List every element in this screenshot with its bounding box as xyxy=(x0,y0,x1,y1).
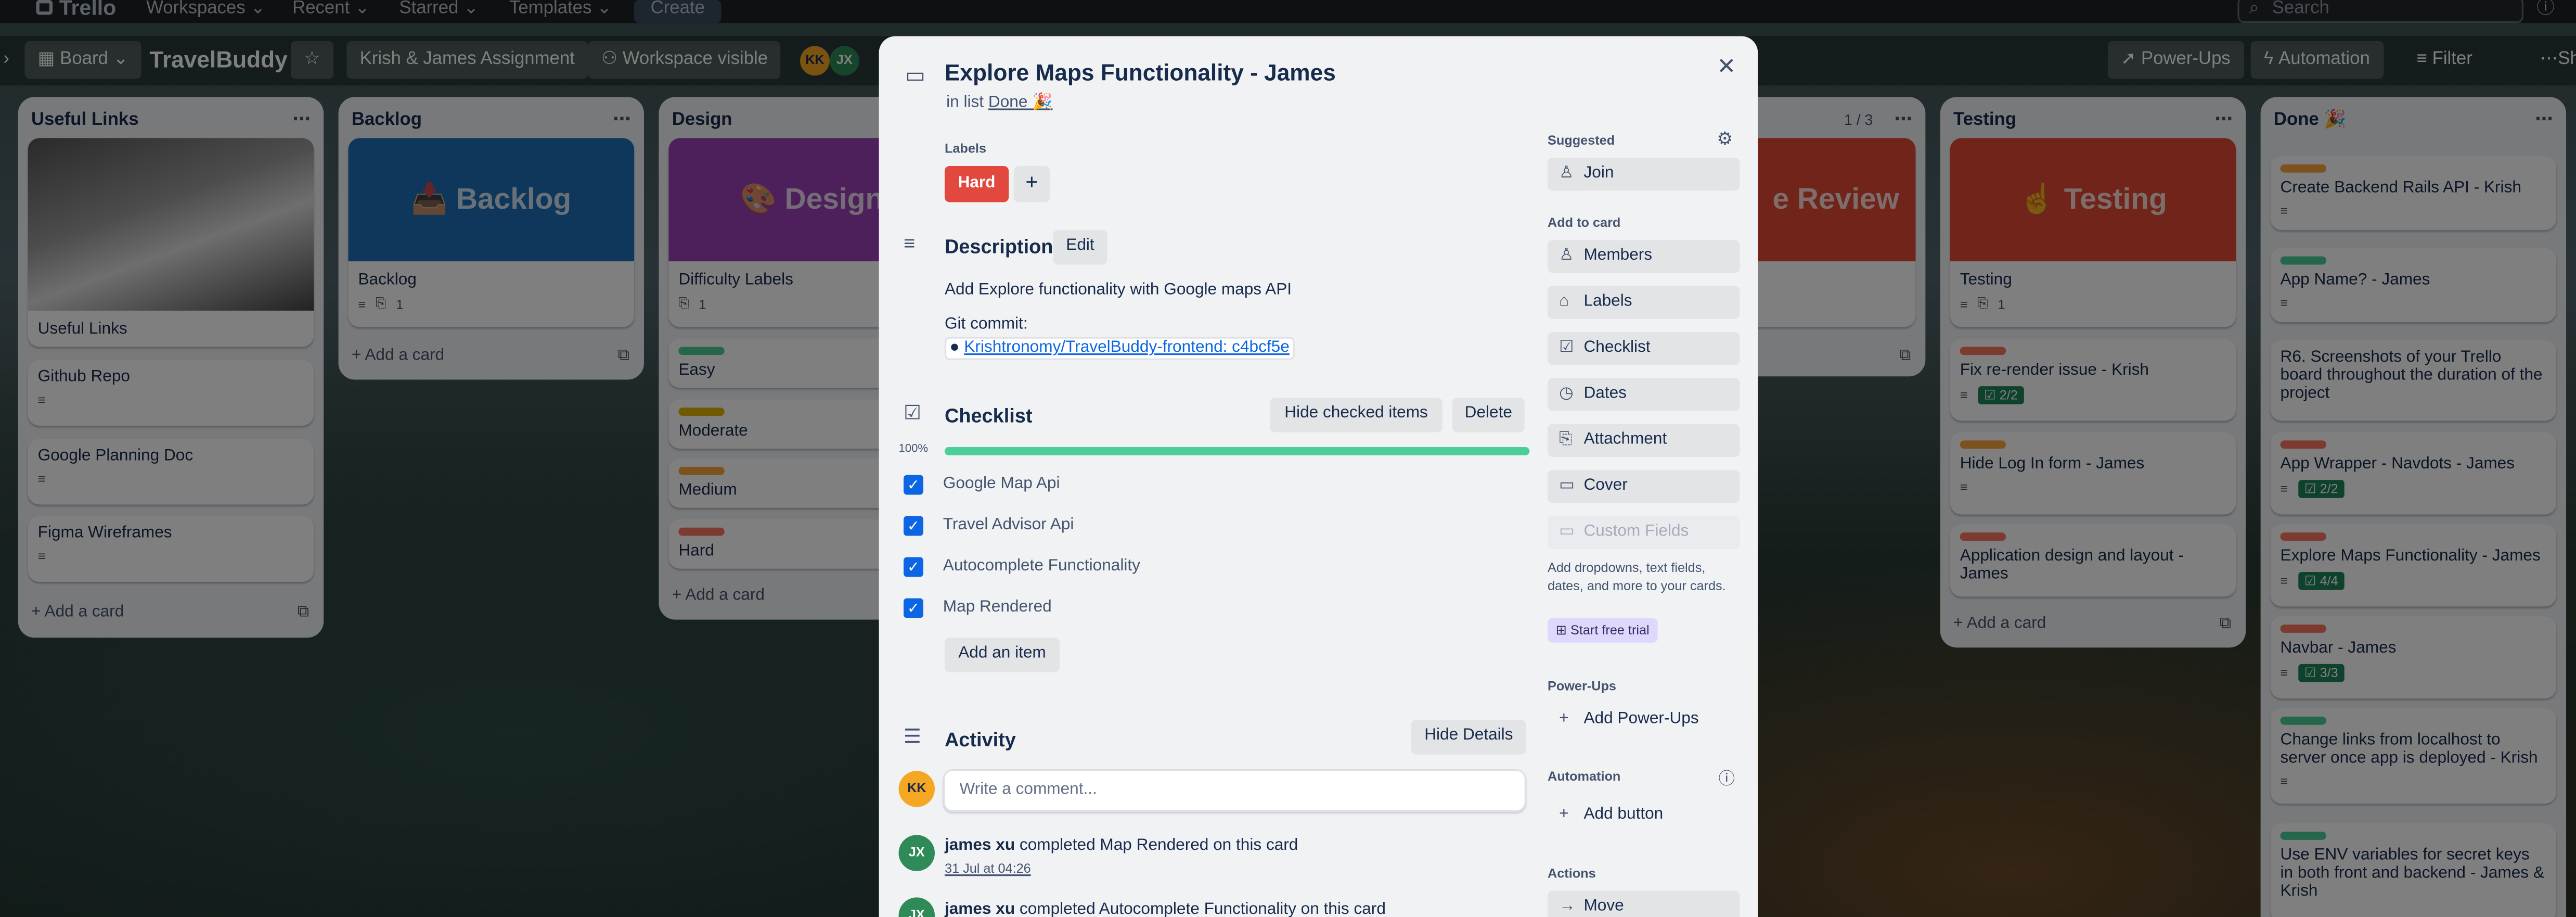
activity-entry: james xu completed Map Rendered on this … xyxy=(945,837,1298,855)
info-icon[interactable]: ⓘ xyxy=(1718,765,1735,789)
checklist-icon: ☑ xyxy=(903,401,921,424)
custom-fields-label: Custom Fields xyxy=(1583,523,1689,541)
suggested-heading: Suggested xyxy=(1547,133,1615,148)
custom-fields-description: Add dropdowns, text fields, dates, and m… xyxy=(1547,560,1726,594)
attachment-button[interactable]: ⎘ Attachment xyxy=(1547,424,1740,457)
activity-entry: james xu completed Autocomplete Function… xyxy=(945,901,1386,917)
custom-fields-button[interactable]: ▭ Custom Fields xyxy=(1547,516,1740,549)
move-label: Move xyxy=(1583,897,1624,916)
checklist-item-text: Travel Advisor Api xyxy=(943,516,1074,534)
person-icon: ♙ xyxy=(1559,164,1574,183)
comment-input[interactable]: Write a comment... xyxy=(943,769,1526,812)
activity-icon: ☰ xyxy=(903,724,921,748)
labels-label: Labels xyxy=(1583,292,1632,311)
plus-icon: + xyxy=(1559,710,1569,729)
gear-icon[interactable]: ⚙ xyxy=(1717,128,1733,149)
cover-icon: ▭ xyxy=(1559,476,1575,495)
paperclip-icon: ⎘ xyxy=(1559,430,1573,449)
checklist-progress-bar xyxy=(944,447,1530,455)
tag-icon: ⌂ xyxy=(1559,292,1569,311)
join-label: Join xyxy=(1583,164,1614,183)
join-button[interactable]: ♙ Join xyxy=(1547,158,1740,191)
plus-icon: + xyxy=(1559,805,1569,824)
avatar[interactable]: JX xyxy=(898,835,935,871)
activity-user[interactable]: james xu xyxy=(945,901,1015,917)
checklist-label: Checklist xyxy=(1583,338,1651,357)
delete-checklist-button[interactable]: Delete xyxy=(1452,398,1525,432)
checkbox-checked-icon[interactable]: ✓ xyxy=(903,598,923,618)
actions-heading: Actions xyxy=(1547,866,1596,881)
description-heading: Description xyxy=(944,235,1053,258)
add-button-label: Add button xyxy=(1583,805,1664,824)
attachment-label: Attachment xyxy=(1583,430,1667,449)
card-icon: ▭ xyxy=(905,62,925,87)
cover-label: Cover xyxy=(1583,476,1628,495)
checkbox-checked-icon[interactable]: ✓ xyxy=(903,557,923,577)
checklist-heading: Checklist xyxy=(944,404,1033,428)
arrow-right-icon: → xyxy=(1559,897,1576,916)
activity-heading: Activity xyxy=(944,728,1016,752)
github-icon: ● xyxy=(949,338,960,357)
checklist-button[interactable]: ☑ Checklist xyxy=(1547,332,1740,365)
add-power-ups-label: Add Power-Ups xyxy=(1583,710,1699,729)
in-list-prefix: in list xyxy=(946,94,984,112)
power-ups-heading: Power-Ups xyxy=(1547,679,1616,694)
start-trial-button[interactable]: ⊞ Start free trial xyxy=(1547,618,1658,643)
cover-button[interactable]: ▭ Cover xyxy=(1547,470,1740,503)
add-power-ups-button[interactable]: + Add Power-Ups xyxy=(1548,704,1740,736)
hide-details-button[interactable]: Hide Details xyxy=(1411,720,1526,755)
labels-button[interactable]: ⌂ Labels xyxy=(1547,286,1740,319)
members-button[interactable]: ♙ Members xyxy=(1547,240,1740,273)
git-commit-label: Git commit: xyxy=(944,315,1028,334)
close-icon[interactable]: ✕ xyxy=(1717,53,1736,81)
add-checklist-item-button[interactable]: Add an item xyxy=(944,638,1060,672)
card-list-location: in list Done 🎉 xyxy=(946,94,1052,112)
checklist-progress-label: 100% xyxy=(898,443,929,455)
card-title[interactable]: Explore Maps Functionality - James xyxy=(945,59,1336,86)
avatar[interactable]: JX xyxy=(898,897,935,917)
activity-user[interactable]: james xu xyxy=(945,837,1015,855)
activity-text: completed Autocomplete Functionality on … xyxy=(1019,900,1386,917)
activity-timestamp[interactable]: 31 Jul at 04:26 xyxy=(945,861,1031,876)
dates-label: Dates xyxy=(1583,385,1627,403)
move-button[interactable]: → Move xyxy=(1547,890,1740,917)
labels-heading: Labels xyxy=(944,141,986,157)
description-icon: ≡ xyxy=(903,232,916,255)
card-detail-modal: ▭ Explore Maps Functionality - James in … xyxy=(879,36,1758,917)
edit-description-button[interactable]: Edit xyxy=(1053,230,1107,265)
hide-checked-button[interactable]: Hide checked items xyxy=(1270,398,1442,432)
add-button-button[interactable]: + Add button xyxy=(1548,799,1740,832)
list-link[interactable]: Done 🎉 xyxy=(988,94,1053,112)
start-trial-label: Start free trial xyxy=(1570,622,1650,638)
checklist-icon: ☑ xyxy=(1559,338,1574,357)
checklist-progress-track xyxy=(944,447,1530,455)
person-icon: ♙ xyxy=(1559,246,1574,265)
custom-fields-icon: ▭ xyxy=(1559,523,1575,541)
gift-icon: ⊞ xyxy=(1555,622,1567,638)
add-to-card-heading: Add to card xyxy=(1547,215,1621,231)
add-label-button[interactable]: + xyxy=(1013,165,1050,202)
checklist-item-text: Autocomplete Functionality xyxy=(943,557,1141,576)
commit-link[interactable]: ● Krishtronomy/TravelBuddy-frontend: c4b… xyxy=(944,337,1295,360)
clock-icon: ◷ xyxy=(1559,385,1574,403)
label-hard[interactable]: Hard xyxy=(944,165,1009,202)
avatar[interactable]: KK xyxy=(898,771,935,807)
commit-link-text: Krishtronomy/TravelBuddy-frontend: c4bcf… xyxy=(964,338,1290,357)
automation-heading: Automation xyxy=(1547,769,1621,784)
activity-text: completed Map Rendered on this card xyxy=(1019,836,1298,855)
dates-button[interactable]: ◷ Dates xyxy=(1547,378,1740,411)
checklist-item-text: Google Map Api xyxy=(943,475,1060,493)
checklist-item-text: Map Rendered xyxy=(943,598,1052,617)
description-text: Add Explore functionality with Google ma… xyxy=(944,281,1292,299)
checkbox-checked-icon[interactable]: ✓ xyxy=(903,516,923,536)
checkbox-checked-icon[interactable]: ✓ xyxy=(903,475,923,495)
members-label: Members xyxy=(1583,246,1653,265)
